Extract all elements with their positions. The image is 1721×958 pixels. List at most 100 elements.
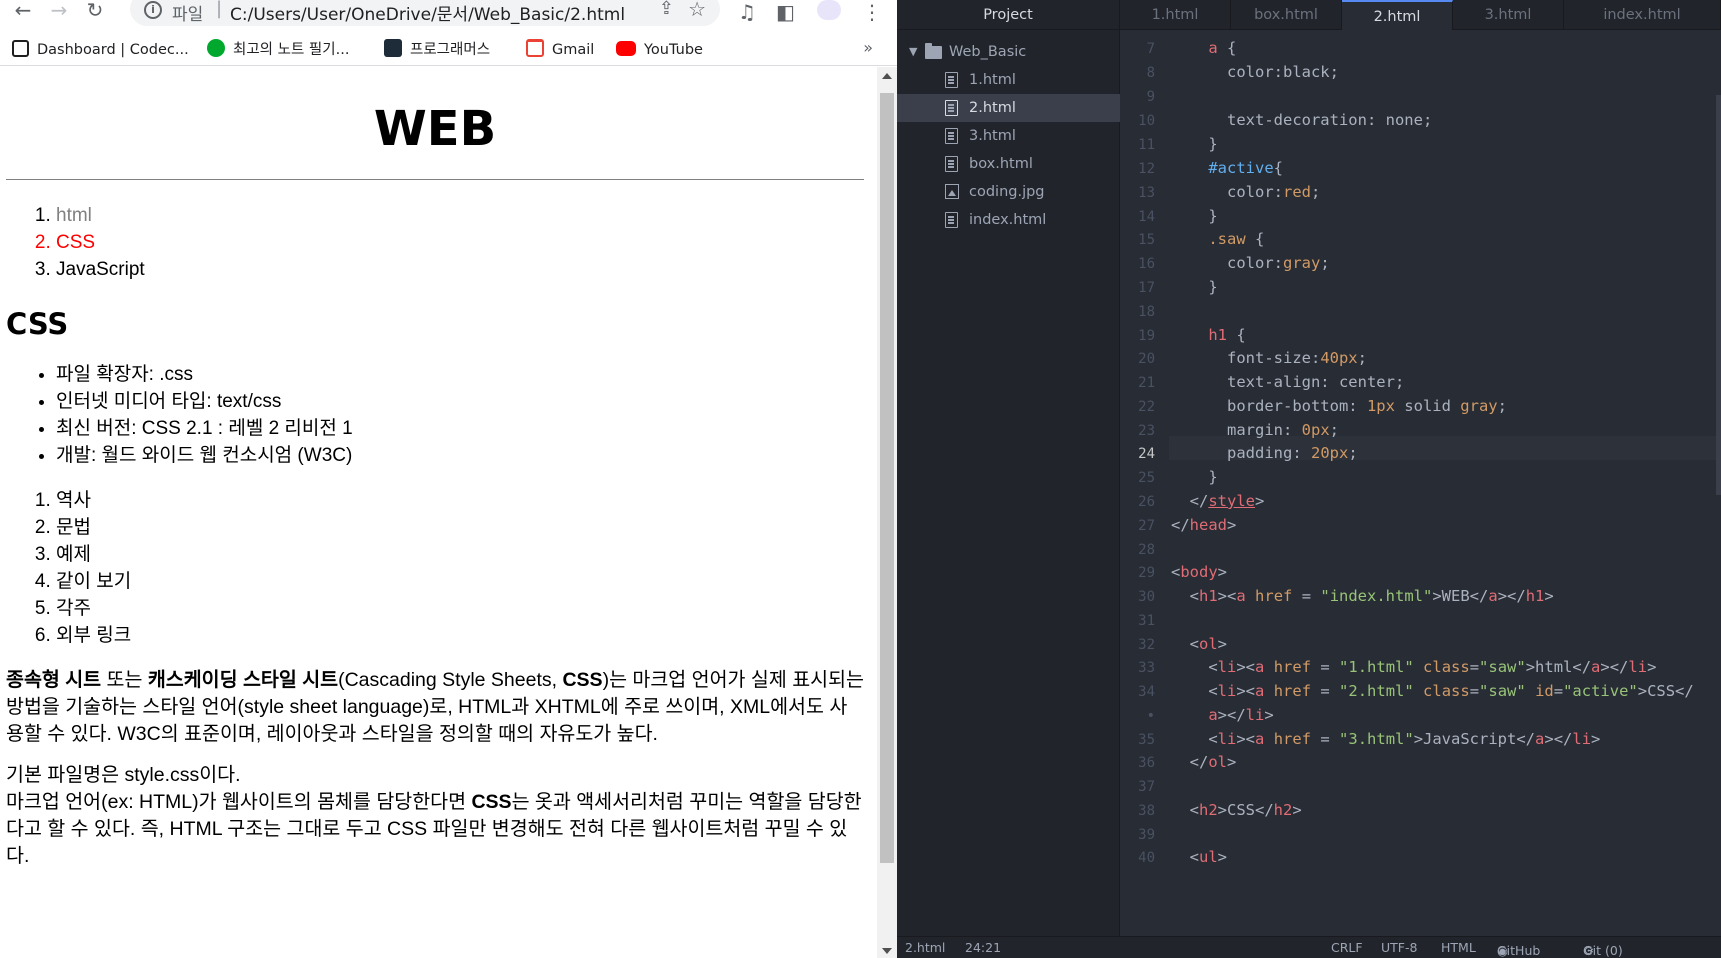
code-line: <h1><a href = "index.html">WEB</a></h1> [1171,587,1554,605]
list-item: 문법 [56,514,870,541]
info-icon[interactable]: i [144,1,162,19]
line-number: 17 [1138,280,1155,296]
line-number: 14 [1138,209,1155,225]
bold-term: CSS [562,669,603,691]
line-number: 23 [1138,423,1155,439]
menu-kebab-icon[interactable]: ⋮ [862,0,882,24]
url-text[interactable]: C:/Users/User/OneDrive/문서/Web_Basic/2.ht… [230,0,625,25]
youtube-icon [616,41,636,56]
line-number: 39 [1138,827,1155,843]
code-line: } [1171,278,1218,296]
nav-link-javascript[interactable]: JavaScript [56,259,145,280]
status-grammar[interactable]: HTML [1441,940,1476,955]
scrollbar-thumb[interactable] [880,93,894,863]
code-line: </head> [1171,516,1237,534]
line-number: 33 [1138,660,1155,676]
share-icon[interactable]: ⇪ [659,0,674,19]
bookmark-star-icon[interactable]: ☆ [688,0,706,21]
line-number: 31 [1138,613,1155,629]
tree-label: 3.html [969,128,1016,144]
editor-tabs: 1.html box.html 2.html 3.html index.html [1120,0,1721,31]
line-number: 8 [1146,65,1155,81]
tree-label: 2.html [969,100,1016,116]
page-scrollbar[interactable] [877,67,897,958]
file-icon [945,100,958,116]
tree-file-1-html[interactable]: 1.html [897,66,1120,94]
code-line: } [1171,468,1218,486]
status-encoding[interactable]: UTF-8 [1381,940,1417,955]
tab-box-html[interactable]: box.html [1231,0,1342,30]
status-eol[interactable]: CRLF [1331,940,1363,955]
tree-file-box-html[interactable]: box.html [897,150,1120,178]
forward-arrow-icon[interactable]: → [44,0,74,22]
toc-list: 역사 문법 예제 같이 보기 각주 외부 링크 [0,487,870,649]
address-bar[interactable]: i 파일 | C:/Users/User/OneDrive/문서/Web_Bas… [130,0,720,26]
status-file[interactable]: 2.html [905,940,945,955]
page-viewport: WEB html CSS JavaScript CSS 파일 확장자: .css… [0,67,877,958]
line-number: 22 [1138,399,1155,415]
code-line: } [1171,207,1218,225]
bookmark-codecademy[interactable]: Dashboard | Codec... [12,38,189,62]
tree-file-coding-jpg[interactable]: coding.jpg [897,178,1120,206]
tab-1-html[interactable]: 1.html [1120,0,1231,30]
browser-toolbar: ← → ↻ i 파일 | C:/Users/User/OneDrive/문서/W… [0,0,897,28]
code-line: <li><a href = "1.html" class="saw">html<… [1171,658,1657,676]
text-run: (Cascading Style Sheets, [338,669,563,691]
tree-file-2-html[interactable]: 2.html [897,94,1120,122]
list-item: 최신 버전: CSS 2.1 : 레벨 2 리비전 1 [56,415,870,442]
code-line: a { [1208,39,1237,57]
tree-file-index-html[interactable]: index.html [897,206,1120,234]
tree-label: 1.html [969,72,1016,88]
tab-2-html[interactable]: 2.html [1342,0,1453,31]
tab-index-html[interactable]: index.html [1564,0,1721,30]
bookmark-youtube[interactable]: YouTube [616,38,703,62]
section-heading: CSS [6,307,69,341]
line-number: 10 [1138,113,1155,129]
code-line: <ul> [1171,848,1228,866]
line-number: 7 [1146,41,1155,57]
page-title: WEB [6,67,864,180]
list-item: 같이 보기 [56,568,870,595]
tree-header[interactable]: Project [897,0,1119,30]
chevron-down-icon[interactable]: ▼ [909,38,917,66]
reload-icon[interactable]: ↻ [80,0,110,22]
bookmark-gmail[interactable]: Gmail [526,38,594,62]
line-number: 35 [1138,732,1155,748]
code-line: </ol> [1171,753,1237,771]
status-github-label: GitHub [1497,943,1541,958]
code-line: #active{ [1208,159,1283,177]
code-line: padding: 20px; [1171,444,1358,462]
nav-list: html CSS JavaScript [0,202,870,283]
scroll-down-arrow-icon[interactable] [882,948,892,954]
tree-folder-web-basic[interactable]: ▼ Web_Basic [897,38,1120,66]
code-line: color:red; [1171,183,1321,201]
nav-link-css[interactable]: CSS [56,232,95,253]
bookmarks-overflow-icon[interactable]: » [863,38,873,57]
code-line: color:black; [1171,63,1339,81]
nav-item: CSS [56,229,870,256]
tab-3-html[interactable]: 3.html [1453,0,1564,30]
media-control-icon[interactable]: ♫ [738,0,756,24]
bookmark-programmers[interactable]: 프로그래머스 [384,38,490,62]
file-icon [945,72,958,88]
line-number: 16 [1138,256,1155,272]
list-item: 각주 [56,595,870,622]
list-item: 파일 확장자: .css [56,361,870,388]
tree-file-3-html[interactable]: 3.html [897,122,1120,150]
status-cursor[interactable]: 24:21 [965,940,1001,955]
code-line: text-decoration: none; [1171,111,1433,129]
bookmark-evernote[interactable]: 최고의 노트 필기... [207,38,349,62]
code-scrollbar[interactable] [1716,95,1721,495]
code-area[interactable]: 7 8 9 10 11 12 13 14 15 16 17 18 19 20 21 22 23 24 25 26 27 2… [1121,30,1721,936]
tree-label: coding.jpg [969,184,1045,200]
profile-avatar[interactable] [817,0,841,20]
nav-link-html[interactable]: html [56,205,92,226]
text-run: 또는 [101,669,148,691]
status-bar: 2.html 24:21 CRLF UTF-8 HTML ◉ GitHub ⚙ … [897,936,1721,958]
scroll-up-arrow-icon[interactable] [882,73,892,79]
side-panel-icon[interactable]: ◧ [776,0,795,24]
page-title-link[interactable]: WEB [374,101,496,157]
back-arrow-icon[interactable]: ← [8,0,38,22]
nav-item: html [56,202,870,229]
line-number: 12 [1138,161,1155,177]
